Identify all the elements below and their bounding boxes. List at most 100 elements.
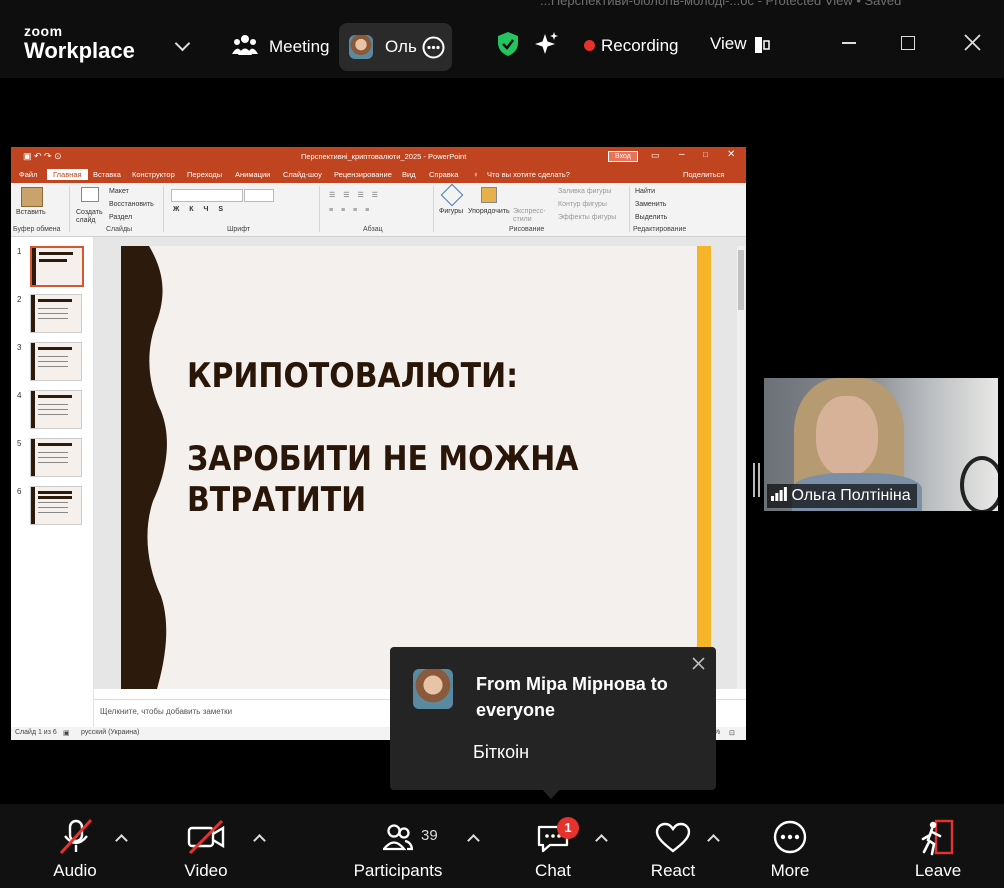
ppt-maximize-icon[interactable]: □ bbox=[703, 150, 708, 159]
leave-button[interactable]: Leave bbox=[895, 804, 980, 888]
chat-sender: From Міра Мірнова to everyone bbox=[476, 674, 668, 720]
leave-label: Leave bbox=[914, 861, 962, 880]
tab-design[interactable]: Конструктор bbox=[132, 170, 175, 179]
slide-accent-bar bbox=[697, 246, 711, 689]
active-user-pill[interactable]: Оль bbox=[339, 23, 452, 71]
divider bbox=[69, 186, 70, 232]
layout-button[interactable]: Макет bbox=[109, 188, 129, 195]
shapes-icon[interactable] bbox=[440, 183, 464, 207]
group-font: Шрифт bbox=[227, 226, 251, 233]
zoom-logo: zoom Workplace bbox=[24, 24, 135, 62]
shapes-button[interactable]: Фигуры bbox=[439, 208, 463, 215]
slide-title: КРИПОТОВАЛЮТИ: ЗАРОБИТИ НЕ МОЖНА ВТРАТИТ… bbox=[187, 356, 609, 521]
ribbon: Вставить Создать слайд Макет Восстановит… bbox=[11, 183, 746, 237]
ai-sparkle-icon[interactable] bbox=[534, 31, 560, 57]
spellcheck-icon[interactable]: ▣ bbox=[63, 729, 70, 737]
shape-fill-button[interactable]: Заливка фигуры bbox=[558, 188, 611, 195]
minimize-icon[interactable] bbox=[842, 42, 856, 44]
chat-button[interactable]: 1 Chat bbox=[513, 804, 593, 888]
participants-button[interactable]: 39 Participants bbox=[345, 804, 455, 888]
participant-video[interactable]: Ольга Полтініна bbox=[764, 378, 998, 511]
chevron-down-icon[interactable] bbox=[174, 35, 191, 52]
tab-view[interactable]: Вид bbox=[402, 170, 416, 179]
more-options-icon[interactable] bbox=[422, 36, 445, 59]
signal-bars-icon bbox=[771, 487, 787, 501]
share-button[interactable]: Поделиться bbox=[683, 170, 724, 179]
slide-thumbnail[interactable] bbox=[30, 438, 82, 477]
tab-help[interactable]: Справка bbox=[429, 170, 458, 179]
slide-title-line-2: ЗАРОБИТИ НЕ МОЖНА ВТРАТИТИ bbox=[187, 439, 579, 520]
video-button[interactable]: Video bbox=[160, 804, 250, 888]
meeting-label: Meeting bbox=[269, 37, 330, 56]
video-options-chevron-icon[interactable] bbox=[253, 834, 266, 847]
tab-slideshow[interactable]: Слайд-шоу bbox=[283, 170, 322, 179]
font-size-select[interactable] bbox=[244, 189, 274, 202]
thumb-number: 1 bbox=[17, 247, 22, 256]
font-name-select[interactable] bbox=[171, 189, 243, 202]
signin-button[interactable]: Вход bbox=[608, 151, 638, 162]
participants-icon bbox=[383, 824, 413, 851]
slide-thumbnail[interactable] bbox=[30, 294, 82, 333]
ppt-minimize-icon[interactable]: – bbox=[679, 149, 685, 160]
ribbon-tabs: Файл Главная Вставка Конструктор Переход… bbox=[11, 167, 746, 183]
font-format-icons[interactable]: Ж К Ч S bbox=[173, 206, 227, 213]
group-paragraph: Абзац bbox=[363, 226, 383, 233]
logo-bottom: Workplace bbox=[24, 38, 135, 63]
chat-notification-pointer bbox=[541, 788, 561, 799]
tab-review[interactable]: Рецензирование bbox=[334, 170, 392, 179]
ribbon-options-icon[interactable]: ▭ bbox=[651, 150, 660, 161]
chat-options-chevron-icon[interactable] bbox=[595, 834, 608, 847]
shield-icon[interactable] bbox=[496, 31, 520, 57]
select-button[interactable]: Выделить bbox=[635, 214, 667, 221]
quick-styles-button[interactable]: Экспресс-стили bbox=[513, 208, 547, 224]
slide-thumbnail[interactable] bbox=[30, 246, 84, 287]
audio-button[interactable]: Audio bbox=[0, 804, 105, 888]
close-icon[interactable] bbox=[964, 34, 981, 51]
paste-button[interactable]: Вставить bbox=[16, 209, 46, 216]
audio-label: Audio bbox=[53, 861, 97, 880]
people-icon bbox=[232, 35, 258, 55]
arrange-button[interactable]: Упорядочить bbox=[468, 208, 510, 215]
slide-scrollbar[interactable] bbox=[737, 246, 745, 689]
find-button[interactable]: Найти bbox=[635, 188, 655, 195]
paste-icon[interactable] bbox=[21, 187, 43, 207]
audio-options-chevron-icon[interactable] bbox=[115, 834, 128, 847]
current-slide[interactable]: КРИПОТОВАЛЮТИ: ЗАРОБИТИ НЕ МОЖНА ВТРАТИТ… bbox=[121, 246, 711, 689]
react-button[interactable]: React bbox=[633, 804, 713, 888]
chat-unread-badge: 1 bbox=[557, 817, 579, 839]
shape-effects-button[interactable]: Эффекты фигуры bbox=[558, 214, 616, 221]
tab-insert[interactable]: Вставка bbox=[93, 170, 121, 179]
divider bbox=[433, 186, 434, 232]
slide-thumbnail[interactable] bbox=[30, 342, 82, 381]
slide-thumbnail[interactable] bbox=[30, 390, 82, 429]
tab-transitions[interactable]: Переходы bbox=[187, 170, 222, 179]
chat-notification[interactable]: From Міра Мірнова to everyone Біткоін bbox=[390, 647, 716, 790]
maximize-icon[interactable] bbox=[901, 36, 915, 50]
view-label: View bbox=[710, 34, 747, 53]
more-icon bbox=[773, 820, 807, 854]
sender-avatar bbox=[413, 669, 453, 709]
align-icons[interactable]: ≡ ≡ ≡ ≡ bbox=[329, 207, 372, 214]
close-icon[interactable] bbox=[692, 657, 705, 670]
paragraph-icons[interactable]: ☰ ☰ ☰ ☰ bbox=[329, 191, 381, 199]
new-slide-button[interactable]: Создать слайд bbox=[76, 209, 104, 225]
tell-me-input[interactable]: Что вы хотите сделать? bbox=[487, 170, 570, 179]
save-icon[interactable]: ▣ ↶ ↷ ⊙ bbox=[23, 151, 62, 162]
new-slide-icon[interactable] bbox=[81, 187, 99, 202]
react-label: React bbox=[650, 861, 696, 880]
tab-file[interactable]: Файл bbox=[19, 170, 37, 179]
chat-label: Chat bbox=[535, 861, 571, 880]
more-button[interactable]: More bbox=[750, 804, 830, 888]
participants-options-chevron-icon[interactable] bbox=[467, 834, 480, 847]
tab-animations[interactable]: Анимации bbox=[235, 170, 270, 179]
reset-button[interactable]: Восстановить bbox=[109, 201, 154, 208]
shape-outline-button[interactable]: Контур фигуры bbox=[558, 201, 607, 208]
fit-slide-icon[interactable]: ⊡ bbox=[729, 729, 735, 737]
slide-thumbnail[interactable] bbox=[30, 486, 82, 525]
video-panel-handle[interactable] bbox=[753, 463, 760, 497]
section-button[interactable]: Раздел bbox=[109, 214, 132, 221]
replace-button[interactable]: Заменить bbox=[635, 201, 666, 208]
arrange-icon[interactable] bbox=[481, 187, 497, 203]
ppt-close-icon[interactable]: ✕ bbox=[727, 149, 735, 160]
tab-home[interactable]: Главная bbox=[47, 169, 88, 180]
